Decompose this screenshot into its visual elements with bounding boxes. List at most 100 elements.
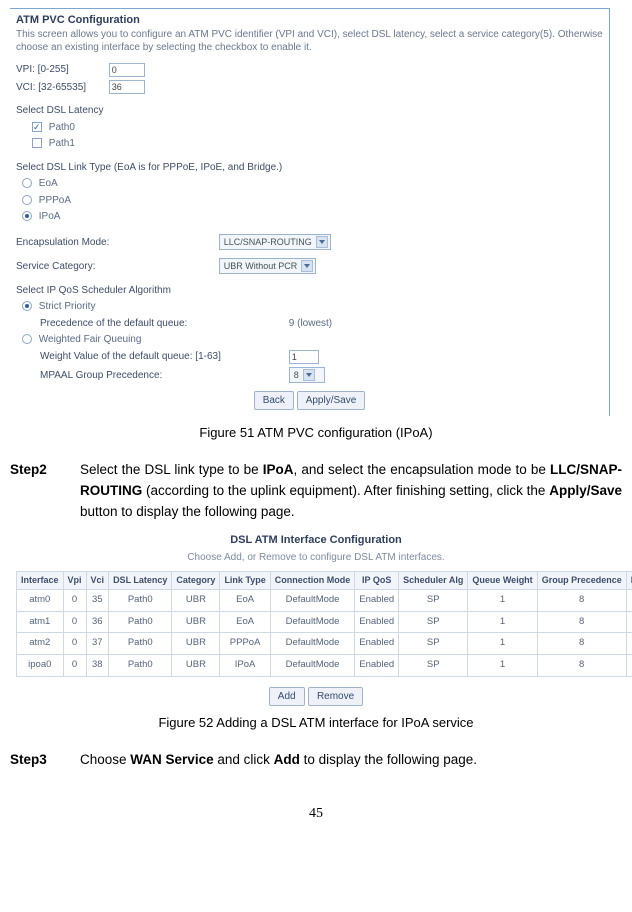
pppoa-label: PPPoA bbox=[39, 195, 71, 206]
table-cell: 8 bbox=[537, 655, 626, 677]
table-cell: 0 bbox=[63, 655, 86, 677]
path1-checkbox[interactable] bbox=[32, 138, 42, 148]
table-cell: DefaultMode bbox=[270, 633, 355, 655]
table-cell: UBR bbox=[172, 633, 220, 655]
vci-label: VCI: [32-65535] bbox=[16, 81, 106, 95]
path0-checkbox[interactable] bbox=[32, 122, 42, 132]
step3-bold-wan: WAN Service bbox=[130, 752, 213, 767]
table-cell: DefaultMode bbox=[270, 655, 355, 677]
wfq-weight-input[interactable]: 1 bbox=[289, 350, 319, 364]
wfq-weight-label: Weight Value of the default queue: [1-63… bbox=[40, 350, 286, 364]
vpi-label: VPI: [0-255] bbox=[16, 63, 106, 77]
table-cell: SP bbox=[399, 589, 468, 611]
figure-51-caption: Figure 51 ATM PVC configuration (IPoA) bbox=[10, 424, 622, 442]
table-cell: atm1 bbox=[17, 611, 64, 633]
table-cell: Path0 bbox=[109, 589, 172, 611]
eoa-radio[interactable] bbox=[22, 178, 32, 188]
remove-cell bbox=[626, 589, 632, 611]
mpaal-value: 8 bbox=[294, 369, 299, 381]
table-cell: 1 bbox=[468, 589, 537, 611]
linktype-label: Select DSL Link Type (EoA is for PPPoE, … bbox=[16, 161, 282, 175]
table-cell: 1 bbox=[468, 611, 537, 633]
chevron-down-icon bbox=[301, 260, 313, 272]
table-cell: UBR bbox=[172, 611, 220, 633]
wfq-label: Weighted Fair Queuing bbox=[39, 334, 142, 345]
table-header: Vci bbox=[86, 571, 109, 589]
sp-prec-value: 9 (lowest) bbox=[289, 318, 332, 329]
remove-cell bbox=[626, 633, 632, 655]
dsl-atm-table: InterfaceVpiVciDSL LatencyCategoryLink T… bbox=[16, 571, 632, 677]
table-header: Remove bbox=[626, 571, 632, 589]
table-cell: Enabled bbox=[355, 589, 399, 611]
step3-block: Step3 Choose WAN Service and click Add t… bbox=[10, 750, 622, 771]
step2-block: Step2 Select the DSL link type to be IPo… bbox=[10, 460, 622, 523]
service-select[interactable]: UBR Without PCR bbox=[219, 258, 317, 274]
table-cell: DefaultMode bbox=[270, 611, 355, 633]
table-header: Category bbox=[172, 571, 220, 589]
pppoa-radio[interactable] bbox=[22, 195, 32, 205]
step3-bold-add: Add bbox=[274, 752, 300, 767]
figure-52-caption: Figure 52 Adding a DSL ATM interface for… bbox=[10, 714, 622, 732]
path0-label: Path0 bbox=[49, 122, 75, 133]
scheduler-label: Select IP QoS Scheduler Algorithm bbox=[16, 284, 171, 298]
remove-button[interactable]: Remove bbox=[308, 687, 363, 707]
table-header: Group Precedence bbox=[537, 571, 626, 589]
page-number: 45 bbox=[10, 805, 622, 824]
step2-bold-ipoa: IPoA bbox=[263, 462, 294, 477]
step2-text: Select the DSL link type to be IPoA, and… bbox=[80, 460, 622, 523]
table-cell: UBR bbox=[172, 655, 220, 677]
table-header: IP QoS bbox=[355, 571, 399, 589]
chevron-down-icon bbox=[303, 369, 315, 381]
step2-text-a: Select the DSL link type to be bbox=[80, 462, 263, 477]
sp-radio[interactable] bbox=[22, 301, 32, 311]
latency-label: Select DSL Latency bbox=[16, 104, 103, 118]
back-button[interactable]: Back bbox=[254, 391, 294, 411]
table-cell: Path0 bbox=[109, 611, 172, 633]
step2-text-g: button to display the following page. bbox=[80, 504, 295, 519]
table-cell: Enabled bbox=[355, 655, 399, 677]
wfq-radio[interactable] bbox=[22, 334, 32, 344]
table-header: Queue Weight bbox=[468, 571, 537, 589]
step2-text-c: , and select the encapsulation mode to b… bbox=[294, 462, 550, 477]
ipoa-radio[interactable] bbox=[22, 211, 32, 221]
step2-label: Step2 bbox=[10, 460, 64, 523]
dsl-atm-subtitle: Choose Add, or Remove to configure DSL A… bbox=[16, 551, 616, 565]
step3-label: Step3 bbox=[10, 750, 64, 771]
table-header: Connection Mode bbox=[270, 571, 355, 589]
encap-select[interactable]: LLC/SNAP-ROUTING bbox=[219, 234, 331, 250]
step3-text-a: Choose bbox=[80, 752, 130, 767]
sp-label: Strict Priority bbox=[39, 301, 96, 312]
step3-text: Choose WAN Service and click Add to disp… bbox=[80, 750, 622, 771]
eoa-label: EoA bbox=[39, 178, 58, 189]
encap-label: Encapsulation Mode: bbox=[16, 236, 216, 250]
dsl-atm-table-block: DSL ATM Interface Configuration Choose A… bbox=[16, 533, 616, 707]
apply-save-button[interactable]: Apply/Save bbox=[297, 391, 366, 411]
table-header: Interface bbox=[17, 571, 64, 589]
atm-pvc-config-panel: ATM PVC Configuration This screen allows… bbox=[10, 8, 610, 416]
ipoa-label: IPoA bbox=[39, 211, 61, 222]
table-cell: 0 bbox=[63, 633, 86, 655]
table-cell: IPoA bbox=[220, 655, 270, 677]
table-cell: 0 bbox=[63, 611, 86, 633]
table-cell: SP bbox=[399, 633, 468, 655]
table-cell: EoA bbox=[220, 611, 270, 633]
table-header: Scheduler Alg bbox=[399, 571, 468, 589]
table-cell: 8 bbox=[537, 633, 626, 655]
step2-text-e: (according to the uplink equipment). Aft… bbox=[142, 483, 549, 498]
add-button[interactable]: Add bbox=[269, 687, 305, 707]
table-row: atm0035Path0UBREoADefaultModeEnabledSP18 bbox=[17, 589, 632, 611]
table-cell: UBR bbox=[172, 589, 220, 611]
table-cell: ipoa0 bbox=[17, 655, 64, 677]
table-cell: Path0 bbox=[109, 633, 172, 655]
table-cell: 37 bbox=[86, 633, 109, 655]
service-label: Service Category: bbox=[16, 260, 216, 274]
table-cell: DefaultMode bbox=[270, 589, 355, 611]
table-cell: Path0 bbox=[109, 655, 172, 677]
vci-input[interactable]: 36 bbox=[109, 80, 145, 94]
table-cell: 8 bbox=[537, 611, 626, 633]
vpi-input[interactable]: 0 bbox=[109, 63, 145, 77]
table-cell: Enabled bbox=[355, 633, 399, 655]
mpaal-select[interactable]: 8 bbox=[289, 367, 325, 383]
service-value: UBR Without PCR bbox=[224, 260, 298, 272]
panel-title: ATM PVC Configuration bbox=[16, 13, 603, 28]
